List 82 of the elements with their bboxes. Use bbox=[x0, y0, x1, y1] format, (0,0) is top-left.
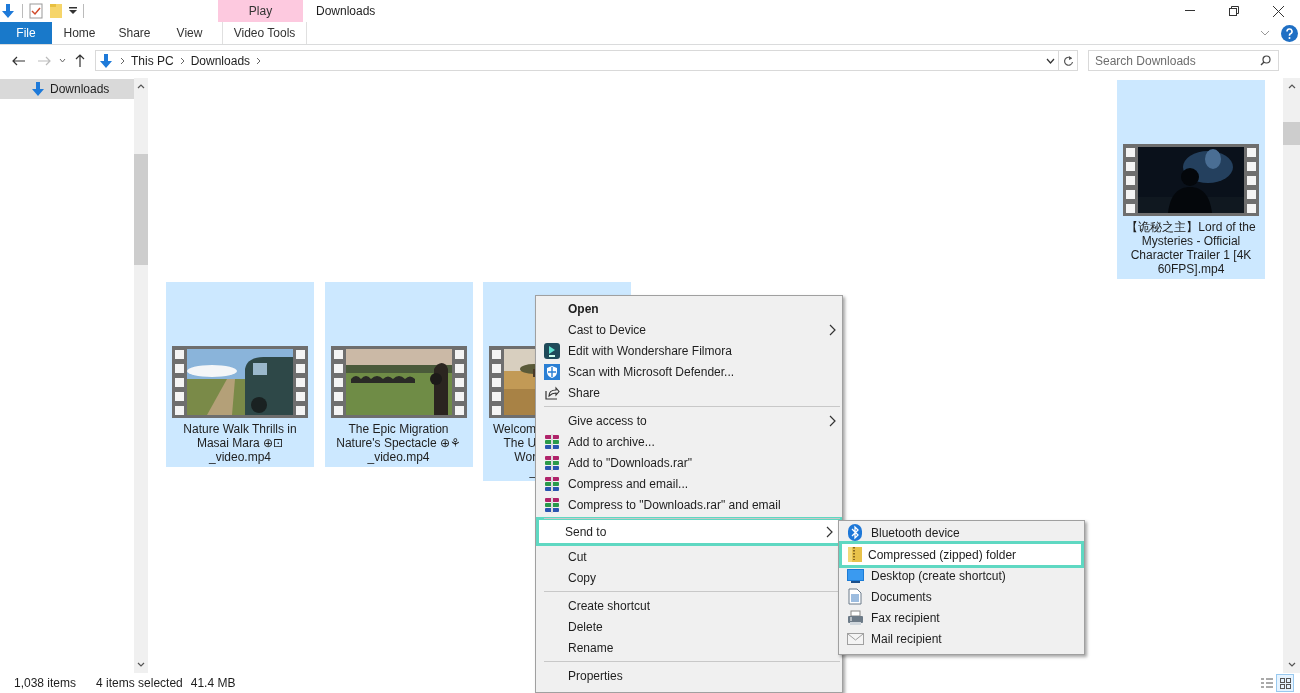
refresh-icon[interactable] bbox=[1062, 54, 1074, 67]
contextual-tab-header: Play bbox=[218, 0, 303, 22]
help-icon[interactable] bbox=[1280, 24, 1298, 42]
search-icon bbox=[1260, 55, 1271, 66]
bluetooth-icon bbox=[848, 524, 862, 541]
chevron-icon[interactable] bbox=[120, 56, 125, 65]
menu-item[interactable]: Compress and email... bbox=[536, 473, 842, 494]
menu-item[interactable]: Fax recipient bbox=[839, 607, 1084, 628]
restore-icon[interactable] bbox=[1229, 6, 1239, 16]
file-name: Nature Walk Thrills in Masai Mara ⊕⊡ _video.mp4 bbox=[182, 422, 298, 464]
menu-item[interactable]: Compressed (zipped) folder bbox=[839, 541, 1084, 568]
ribbon-tab[interactable]: Share bbox=[107, 22, 162, 44]
menu-item[interactable]: Add to archive... bbox=[536, 431, 842, 452]
file-name: The Epic Migration Nature's Spectacle ⊕⚘ _video.mp4 bbox=[335, 422, 462, 464]
scroll-up-icon[interactable] bbox=[137, 84, 145, 89]
archive-books-icon bbox=[544, 454, 560, 471]
nav-item[interactable]: Downloads bbox=[0, 79, 134, 99]
ribbon-tab[interactable]: View bbox=[162, 22, 217, 44]
menu-item[interactable]: Compress to "Downloads.rar" and email bbox=[536, 494, 842, 515]
menu-item[interactable]: Scan with Microsoft Defender... bbox=[536, 361, 842, 382]
menu-item[interactable]: Give access to bbox=[536, 410, 842, 431]
large-icons-view-icon[interactable] bbox=[1279, 677, 1291, 689]
search-field[interactable]: Search Downloads bbox=[1088, 50, 1279, 71]
archive-books-icon bbox=[544, 496, 560, 513]
download-icon bbox=[98, 52, 114, 69]
monitor-icon bbox=[846, 568, 864, 583]
close-icon[interactable] bbox=[1272, 5, 1284, 17]
dropdown-icon[interactable] bbox=[1046, 57, 1055, 64]
file-name: 【诡秘之主】Lord of the Mysteries - Official Character Trailer 1 [4K 60FPS].mp4 bbox=[1125, 220, 1257, 276]
properties-icon[interactable] bbox=[29, 3, 43, 19]
share-icon bbox=[544, 384, 560, 401]
ribbon-tab[interactable]: Home bbox=[52, 22, 107, 44]
dropdown-icon[interactable] bbox=[69, 7, 77, 15]
menu-item[interactable]: Rename bbox=[536, 637, 842, 658]
back-arrow-icon[interactable] bbox=[11, 55, 25, 66]
menu-item[interactable]: Create shortcut bbox=[536, 595, 842, 616]
menu-item[interactable]: Open bbox=[536, 298, 842, 319]
archive-books-icon bbox=[544, 475, 560, 492]
chevron-icon[interactable] bbox=[256, 56, 262, 65]
menu-item[interactable]: Cut bbox=[536, 546, 842, 567]
up-arrow-icon[interactable] bbox=[75, 54, 85, 67]
ribbon-tab[interactable]: File bbox=[0, 22, 52, 44]
document-icon bbox=[848, 588, 862, 605]
menu-item[interactable]: Share bbox=[536, 382, 842, 403]
menu-item[interactable]: Properties bbox=[536, 665, 842, 686]
menu-item[interactable]: Documents bbox=[839, 586, 1084, 607]
menu-item[interactable]: Add to "Downloads.rar" bbox=[536, 452, 842, 473]
menu-item[interactable]: Cast to Device bbox=[536, 319, 842, 340]
window-title: Downloads bbox=[316, 4, 377, 18]
expand-ribbon-icon[interactable] bbox=[1260, 30, 1270, 36]
selected-file-tile[interactable]: Nature Walk Thrills in Masai Mara ⊕⊡ _video.mp4 bbox=[166, 282, 314, 467]
menu-item[interactable]: Desktop (create shortcut) bbox=[839, 565, 1084, 586]
scroll-up-icon[interactable] bbox=[1287, 84, 1296, 89]
selection-count: 4 items selected bbox=[96, 676, 183, 690]
scroll-down-icon[interactable] bbox=[1287, 662, 1296, 667]
recent-locations-icon[interactable] bbox=[58, 58, 66, 63]
shield-icon bbox=[544, 363, 560, 380]
breadcrumb[interactable]: Downloads bbox=[190, 53, 251, 68]
address-bar[interactable]: This PC Downloads bbox=[95, 50, 1059, 71]
download-icon bbox=[0, 3, 16, 19]
menu-item[interactable]: Copy bbox=[536, 567, 842, 588]
selected-file-tile[interactable]: The Epic Migration Nature's Spectacle ⊕⚘ _video.mp4 bbox=[324, 282, 473, 467]
menu-item[interactable]: Send to bbox=[536, 517, 842, 546]
scrollbar-thumb[interactable] bbox=[134, 154, 148, 265]
minimize-icon[interactable] bbox=[1185, 10, 1195, 12]
menu-item[interactable]: Delete bbox=[536, 616, 842, 637]
scrollbar-thumb[interactable] bbox=[1283, 122, 1300, 145]
chevron-icon[interactable] bbox=[179, 56, 185, 65]
menu-item[interactable]: Mail recipient bbox=[839, 628, 1084, 649]
archive-books-icon bbox=[544, 433, 560, 450]
download-icon bbox=[30, 81, 46, 97]
zip-folder-icon bbox=[847, 546, 863, 563]
scroll-down-icon[interactable] bbox=[137, 662, 145, 667]
selected-file-tile[interactable]: 【诡秘之主】Lord of the Mysteries - Official Character Trailer 1 [4K 60FPS].mp4 bbox=[1117, 80, 1265, 279]
breadcrumb[interactable]: This PC bbox=[131, 53, 174, 68]
menu-item[interactable]: Edit with Wondershare Filmora bbox=[536, 340, 842, 361]
selection-size: 41.4 MB bbox=[190, 676, 236, 690]
envelope-icon bbox=[846, 632, 864, 645]
printer-icon bbox=[846, 609, 864, 626]
filmora-app-icon bbox=[544, 342, 560, 359]
item-count: 1,038 items bbox=[14, 676, 77, 690]
ribbon-tab[interactable]: Video Tools bbox=[222, 22, 307, 44]
